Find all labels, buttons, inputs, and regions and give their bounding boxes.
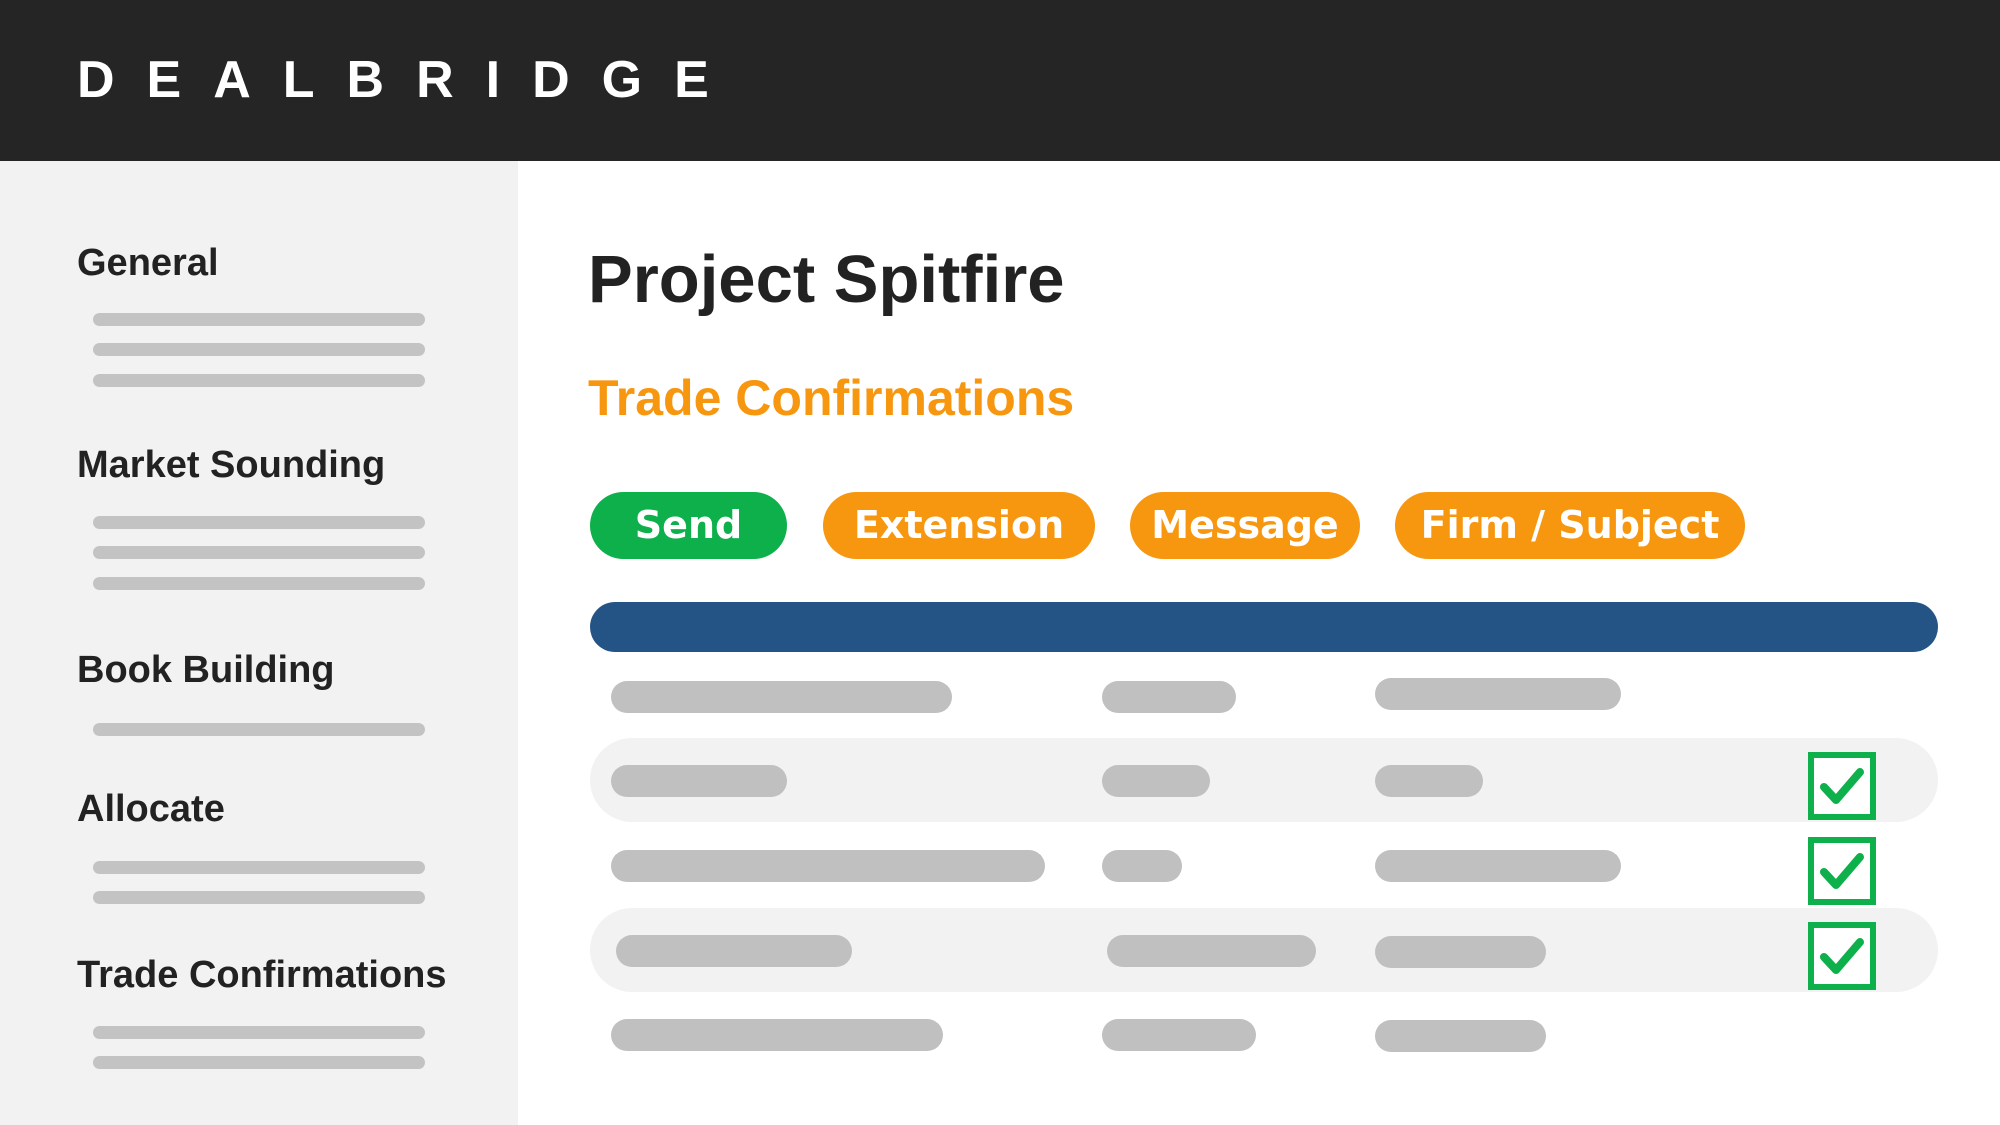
cell-placeholder: [1107, 935, 1316, 967]
sidebar-item-book-building[interactable]: Book Building: [77, 648, 335, 692]
cell-placeholder: [611, 1019, 943, 1051]
sidebar-subitem[interactable]: [93, 343, 425, 356]
row-checkbox[interactable]: [1808, 752, 1876, 820]
cell-placeholder: [1375, 678, 1621, 710]
sidebar-subitem[interactable]: [93, 313, 425, 326]
cell-placeholder: [1102, 1019, 1256, 1051]
top-bar: DEALBRIDGE: [0, 0, 2000, 161]
table-row[interactable]: [590, 654, 1938, 738]
sidebar-item-allocate[interactable]: Allocate: [77, 787, 225, 831]
sidebar-item-trade-confirmations[interactable]: Trade Confirmations: [77, 953, 447, 997]
sidebar-subitem[interactable]: [93, 891, 425, 904]
checkmark-icon: [1820, 853, 1864, 889]
send-button[interactable]: Send: [590, 492, 787, 559]
sidebar-subitem[interactable]: [93, 546, 425, 559]
message-button[interactable]: Message: [1130, 492, 1360, 559]
section-title: Trade Confirmations: [588, 370, 1075, 426]
checkmark-icon: [1820, 768, 1864, 804]
cell-placeholder: [1102, 681, 1236, 713]
cell-placeholder: [611, 681, 952, 713]
sidebar-item-general[interactable]: General: [77, 241, 219, 285]
page-title: Project Spitfire: [588, 242, 1065, 317]
cell-placeholder: [1102, 765, 1210, 797]
checkmark-icon: [1820, 938, 1864, 974]
sidebar-subitem[interactable]: [93, 1026, 425, 1039]
row-checkbox[interactable]: [1808, 922, 1876, 990]
table-header: [590, 602, 1938, 652]
cell-placeholder: [611, 765, 787, 797]
table-row[interactable]: [590, 738, 1938, 822]
cell-placeholder: [611, 850, 1045, 882]
extension-button[interactable]: Extension: [823, 492, 1095, 559]
cell-placeholder: [1375, 765, 1483, 797]
sidebar: General Market Sounding Book Building Al…: [0, 161, 518, 1125]
table-row[interactable]: [590, 992, 1938, 1076]
sidebar-subitem[interactable]: [93, 723, 425, 736]
sidebar-item-market-sounding[interactable]: Market Sounding: [77, 443, 385, 487]
sidebar-subitem[interactable]: [93, 1056, 425, 1069]
firm-subject-to-button[interactable]: Firm / Subject To: [1395, 492, 1745, 614]
cell-placeholder: [1375, 1020, 1546, 1052]
cell-placeholder: [1102, 850, 1182, 882]
table-row[interactable]: [590, 908, 1938, 992]
sidebar-subitem[interactable]: [93, 374, 425, 387]
sidebar-subitem[interactable]: [93, 577, 425, 590]
brand-logo[interactable]: DEALBRIDGE: [77, 50, 741, 110]
row-checkbox[interactable]: [1808, 837, 1876, 905]
table-row[interactable]: [590, 823, 1938, 907]
cell-placeholder: [1375, 850, 1621, 882]
cell-placeholder: [1375, 936, 1546, 968]
cell-placeholder: [616, 935, 852, 967]
sidebar-subitem[interactable]: [93, 861, 425, 874]
sidebar-subitem[interactable]: [93, 516, 425, 529]
